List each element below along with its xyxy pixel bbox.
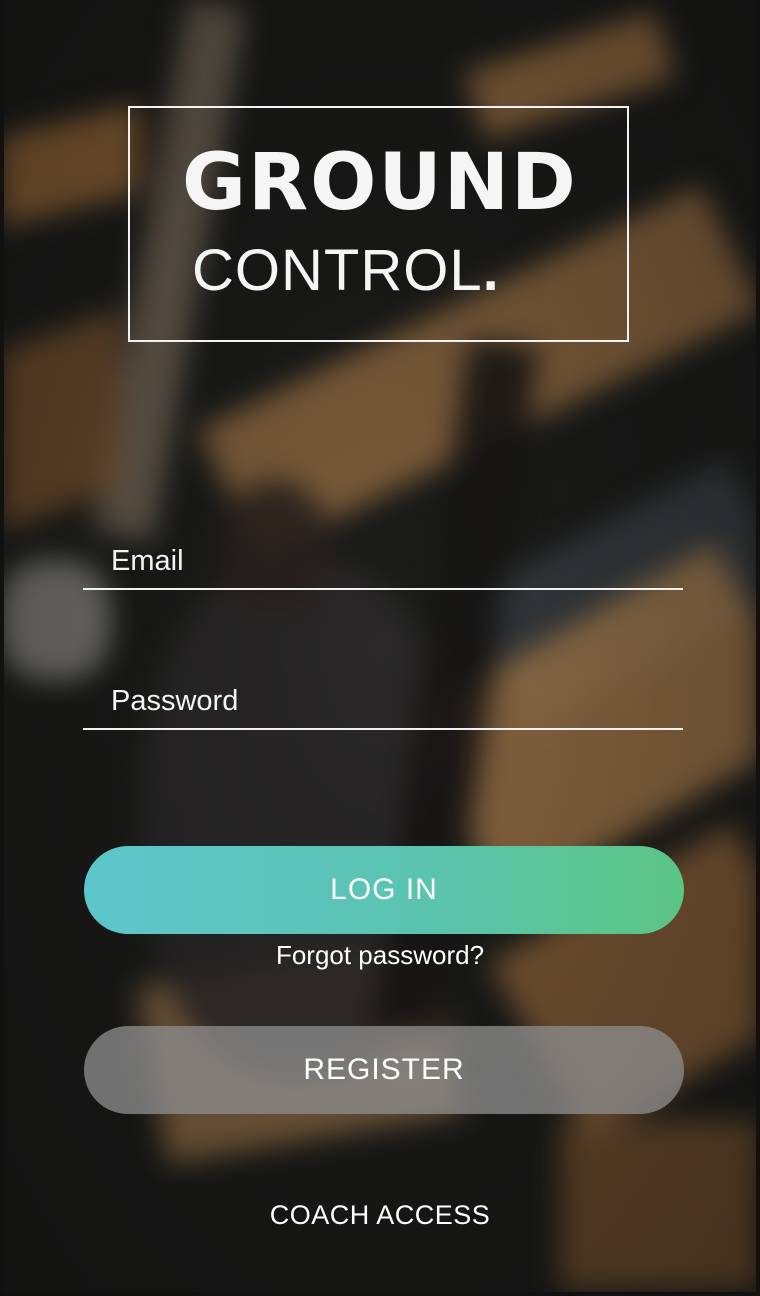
login-button[interactable]: LOG IN xyxy=(84,846,684,934)
logo-title: GROUND xyxy=(182,138,578,228)
coach-access-link[interactable]: COACH ACCESS xyxy=(0,1200,760,1231)
email-input[interactable] xyxy=(111,545,671,578)
password-field xyxy=(83,668,683,730)
forgot-password-link[interactable]: Forgot password? xyxy=(0,940,760,971)
login-screen: GROUND CONTROL. LOG IN Forgot password? … xyxy=(0,0,760,1296)
logo-dot: . xyxy=(482,238,500,303)
logo-subtitle: CONTROL. xyxy=(192,238,500,303)
password-input[interactable] xyxy=(111,685,671,718)
register-button[interactable]: REGISTER xyxy=(84,1026,684,1114)
email-field xyxy=(83,528,683,590)
app-logo: GROUND CONTROL. xyxy=(128,106,629,342)
